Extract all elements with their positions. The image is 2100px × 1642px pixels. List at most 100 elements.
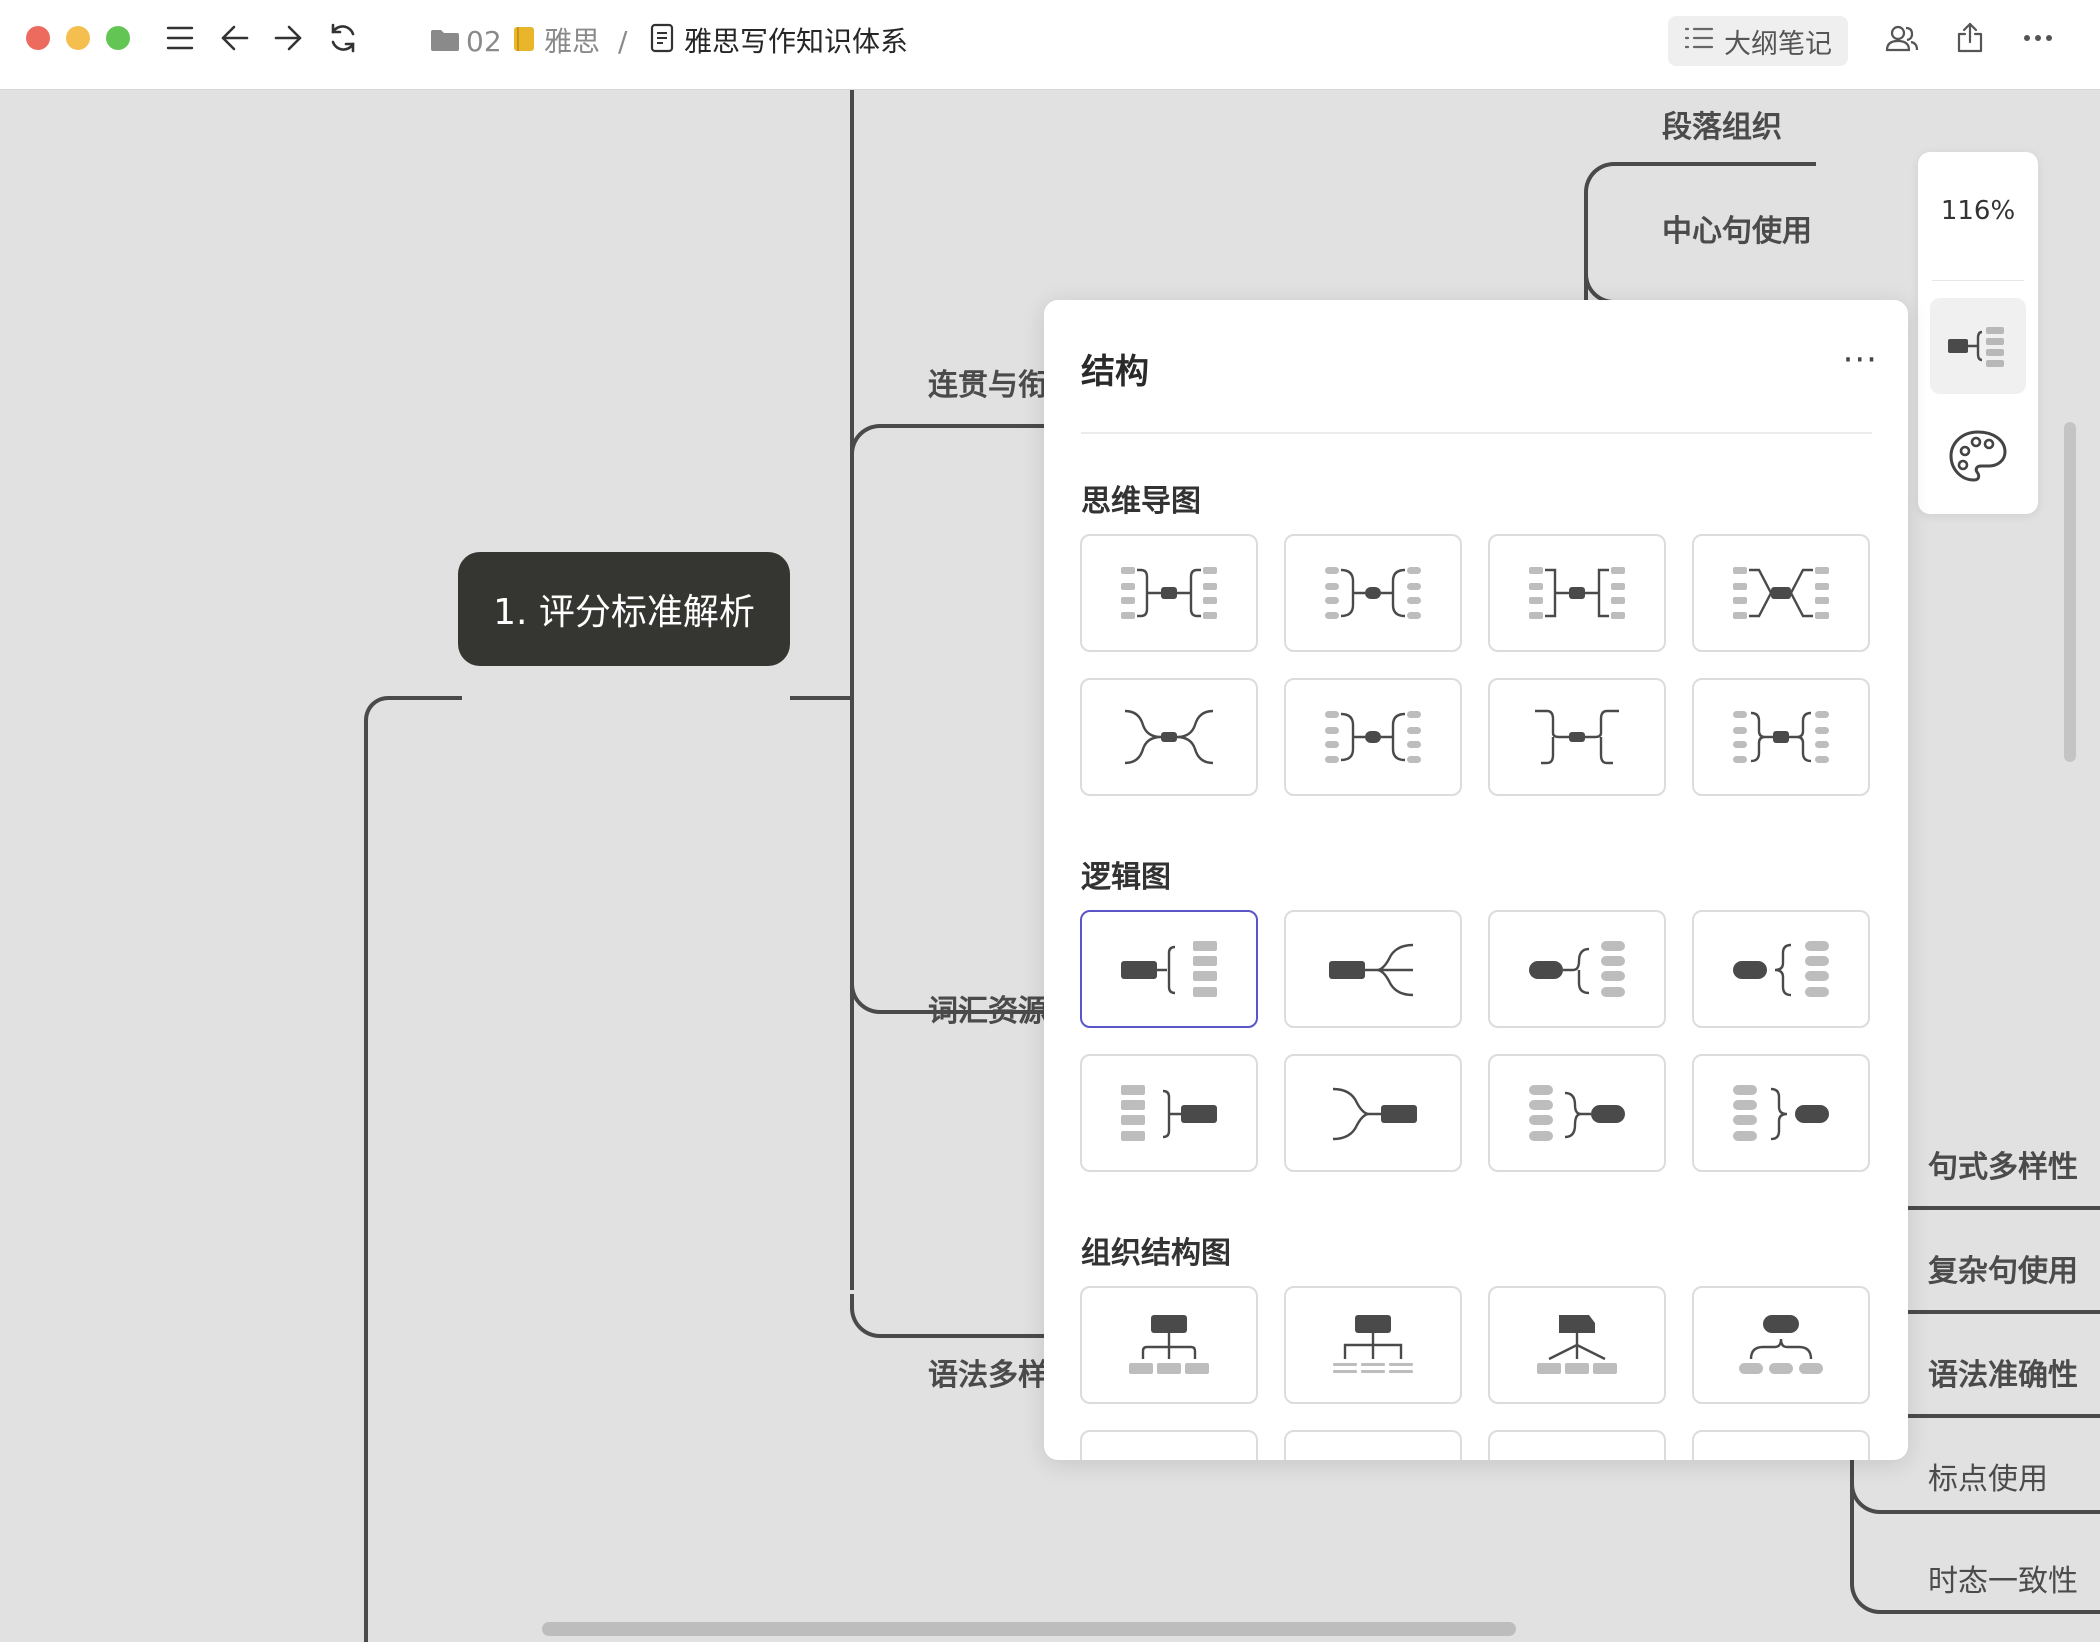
mindmap-curved-alt-icon: [1325, 711, 1421, 763]
structure-icon: [1948, 327, 2004, 367]
structure-panel: 结构 ··· 思维导图 逻辑图 组织结构图: [1044, 300, 1908, 1460]
mindmap-curved-icon: [1325, 567, 1421, 619]
divider: [1081, 432, 1872, 434]
arrow-right-icon[interactable]: [268, 18, 308, 58]
structure-option-mindmap-5[interactable]: [1080, 678, 1258, 796]
structure-option-org-3[interactable]: [1488, 1286, 1666, 1404]
structure-option-logic-1[interactable]: [1080, 910, 1258, 1028]
structure-option-logic-8[interactable]: [1692, 1054, 1870, 1172]
logic-left-rounded-icon: [1529, 1085, 1625, 1141]
structure-option-mindmap-8[interactable]: [1692, 678, 1870, 796]
connector-line: [850, 1294, 1054, 1338]
maximize-window-button[interactable]: [106, 26, 130, 50]
structure-option-logic-2[interactable]: [1284, 910, 1462, 1028]
structure-option-org-1[interactable]: [1080, 1286, 1258, 1404]
logic-right-bracket-icon: [1121, 941, 1217, 997]
outline-notes-button[interactable]: 大纲笔记: [1668, 16, 1848, 66]
structure-option-logic-4[interactable]: [1692, 910, 1870, 1028]
notebook-icon: [512, 23, 536, 63]
logic-right-rounded-icon: [1529, 941, 1625, 997]
divider: [1932, 280, 2024, 281]
zoom-level[interactable]: 116%: [1918, 196, 2038, 226]
connector-line: [1584, 266, 1848, 304]
mindmap-bracket-simple-icon: [1535, 709, 1619, 765]
breadcrumb-separator: /: [618, 25, 628, 58]
logic-left-brace-icon: [1733, 1085, 1829, 1141]
mindmap-simple-icon: [1124, 709, 1214, 765]
org-chart-brace-icon: [1739, 1315, 1823, 1374]
structure-option-org-4[interactable]: [1692, 1286, 1870, 1404]
menu-icon[interactable]: [160, 18, 200, 58]
breadcrumb-document[interactable]: 雅思写作知识体系: [650, 22, 908, 64]
list-icon: [1684, 26, 1714, 57]
zoom-control-panel: 116%: [1918, 152, 2038, 514]
structure-option-mindmap-4[interactable]: [1692, 534, 1870, 652]
structure-option-mindmap-1[interactable]: [1080, 534, 1258, 652]
mindmap-fan-icon: [1733, 567, 1829, 619]
org-chart-icon: [1129, 1315, 1209, 1374]
section-title-logic: 逻辑图: [1081, 860, 1171, 895]
connector-line: [1908, 1310, 2100, 1314]
branch-grammar[interactable]: 语法多样: [928, 1350, 1048, 1394]
vertical-scrollbar[interactable]: [2064, 422, 2076, 762]
subtopic-tense[interactable]: 时态一致性: [1928, 1556, 2078, 1600]
structure-option-logic-5[interactable]: [1080, 1054, 1258, 1172]
org-chart-fan-icon: [1537, 1315, 1617, 1374]
mindmap-balanced-icon: [1121, 567, 1217, 619]
structure-option-next-4[interactable]: [1692, 1430, 1870, 1460]
logic-left-bracket-icon: [1121, 1085, 1217, 1141]
logic-right-curve-icon: [1329, 943, 1414, 997]
subtopic-topic-sentence[interactable]: 中心句使用: [1662, 206, 1812, 250]
structure-option-next-2[interactable]: [1284, 1430, 1462, 1460]
minimize-window-button[interactable]: [66, 26, 90, 50]
org-chart-lines-icon: [1333, 1315, 1413, 1373]
mindmap-brace-icon: [1733, 711, 1829, 763]
branch-coherence[interactable]: 连贯与衔: [928, 360, 1048, 404]
structure-option-next-3[interactable]: [1488, 1430, 1666, 1460]
structure-option-mindmap-2[interactable]: [1284, 534, 1462, 652]
connector-line: [790, 696, 852, 700]
connector-line: [1908, 1206, 2100, 1210]
subtopic-grammar-accuracy[interactable]: 语法准确性: [1928, 1350, 2078, 1394]
top-toolbar: 02 雅思 / 雅思写作知识体系 大纲笔记: [0, 0, 2100, 90]
breadcrumb-folder[interactable]: 02: [430, 22, 502, 63]
more-icon[interactable]: [2018, 18, 2058, 58]
root-node[interactable]: 1. 评分标准解析: [458, 552, 790, 666]
panel-more-button[interactable]: ···: [1843, 340, 1878, 380]
palette-button[interactable]: [1930, 408, 2026, 504]
logic-right-brace-icon: [1733, 941, 1829, 997]
panel-title: 结构: [1081, 352, 1149, 392]
subtopic-complex-sentence[interactable]: 复杂句使用: [1928, 1246, 2078, 1290]
mindmap-bracket-icon: [1529, 567, 1625, 619]
collaborators-icon[interactable]: [1882, 18, 1922, 58]
horizontal-scrollbar[interactable]: [542, 1622, 1516, 1636]
structure-option-logic-7[interactable]: [1488, 1054, 1666, 1172]
connector-line: [364, 696, 462, 1642]
folder-icon: [430, 23, 460, 63]
palette-icon: [1949, 430, 2007, 482]
document-icon: [650, 23, 674, 64]
structure-option-org-2[interactable]: [1284, 1286, 1462, 1404]
subtopic-punctuation[interactable]: 标点使用: [1928, 1454, 2048, 1498]
structure-option-logic-3[interactable]: [1488, 910, 1666, 1028]
structure-button[interactable]: [1930, 298, 2026, 394]
connector-line: [850, 424, 1054, 468]
structure-option-logic-6[interactable]: [1284, 1054, 1462, 1172]
structure-option-mindmap-7[interactable]: [1488, 678, 1666, 796]
structure-option-mindmap-3[interactable]: [1488, 534, 1666, 652]
structure-option-next-1[interactable]: [1080, 1430, 1258, 1460]
subtopic-paragraph[interactable]: 段落组织: [1662, 102, 1782, 146]
section-title-mindmap: 思维导图: [1081, 484, 1201, 519]
refresh-icon[interactable]: [323, 18, 363, 58]
share-icon[interactable]: [1950, 18, 1990, 58]
structure-option-mindmap-6[interactable]: [1284, 678, 1462, 796]
connector-line: [1908, 1414, 2100, 1418]
logic-left-curve-icon: [1332, 1087, 1417, 1141]
subtopic-sentence-variety[interactable]: 句式多样性: [1928, 1142, 2078, 1186]
breadcrumb-notebook[interactable]: 雅思: [512, 22, 600, 63]
arrow-left-icon[interactable]: [215, 18, 255, 58]
close-window-button[interactable]: [26, 26, 50, 50]
section-title-org-chart: 组织结构图: [1081, 1236, 1231, 1271]
branch-vocabulary[interactable]: 词汇资源: [928, 986, 1048, 1030]
connector-line: [850, 90, 854, 1290]
